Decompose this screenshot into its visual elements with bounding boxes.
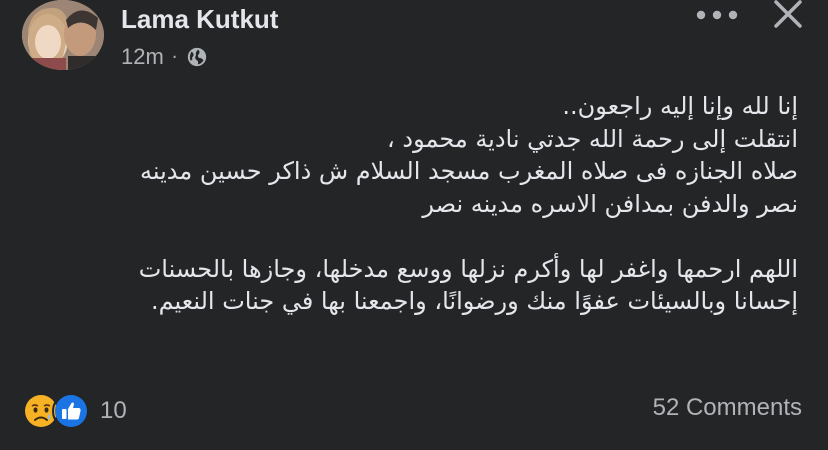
reaction-count: 10: [100, 397, 127, 424]
post-header: Lama Kutkut 12m ·: [0, 0, 828, 80]
close-button[interactable]: [768, 0, 808, 30]
post-text-line: انتقلت إلى رحمة الله جدتي نادية محمود ،: [387, 124, 798, 153]
avatar[interactable]: [22, 0, 104, 70]
post-text-line: نصر والدفن بمدافن الاسره مدينه نصر: [422, 189, 798, 218]
post-body: إنا لله وإنا إليه راجعون.. انتقلت إلى رح…: [28, 90, 798, 318]
post-text-line: صلاه الجنازه فى صلاه المغرب مسجد السلام …: [139, 157, 798, 185]
more-options-button[interactable]: [691, 4, 743, 26]
globe-icon[interactable]: [186, 46, 208, 68]
post-text-blank-line: [28, 220, 798, 253]
post-footer: 10 52 Comments: [0, 390, 828, 432]
author-name[interactable]: Lama Kutkut: [121, 4, 278, 35]
avatar-image: [22, 0, 104, 70]
post-text-line: اللهم ارحمها واغفر لها وأكرم نزلها ووسع …: [138, 254, 798, 283]
meta-separator: ·: [171, 46, 178, 68]
reactions-summary[interactable]: 10: [22, 392, 127, 430]
more-horizontal-icon: [696, 10, 738, 20]
post-text-line: إحسانا وبالسيئات عفوًا منك ورضوانًا، واج…: [150, 287, 798, 315]
post-meta: 12m ·: [121, 44, 208, 70]
comments-count-link[interactable]: 52 Comments: [653, 394, 802, 422]
like-reaction-icon: [52, 392, 90, 430]
post-text-line: إنا لله وإنا إليه راجعون..: [562, 92, 798, 120]
post-timestamp[interactable]: 12m: [121, 44, 164, 70]
close-icon: [774, 0, 802, 28]
